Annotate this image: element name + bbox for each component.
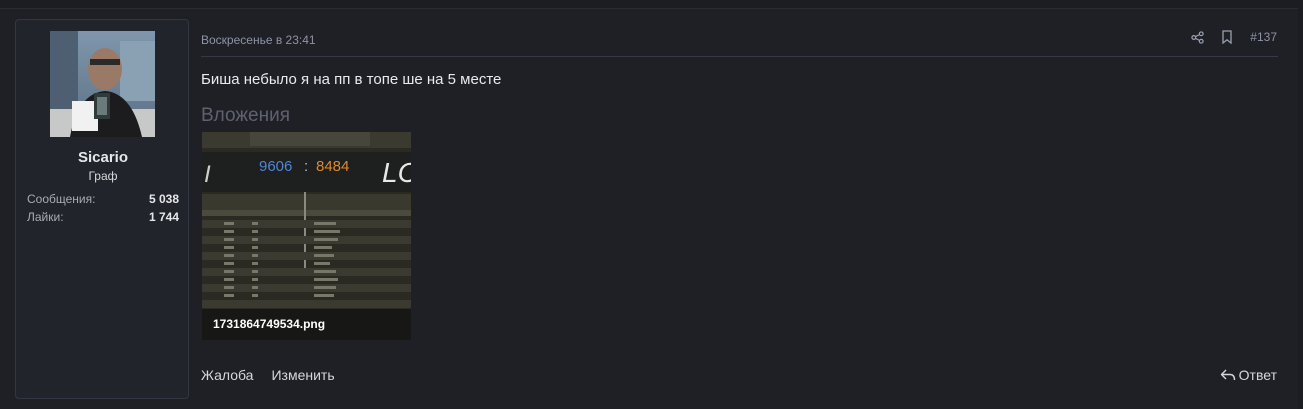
attachments-title: Вложения: [201, 105, 290, 126]
attachment-thumbnail[interactable]: 9606 : 8484 LC I: [202, 132, 411, 340]
reply-label: Ответ: [1238, 367, 1277, 383]
stat-messages: Сообщения: 5 038: [27, 192, 179, 206]
stat-likes: Лайки: 1 744: [27, 210, 179, 224]
avatar[interactable]: [50, 31, 155, 137]
logo-fragment: LC: [382, 157, 411, 188]
post-footer-actions: Жалоба Изменить: [201, 367, 335, 383]
user-panel: Sicario Граф Сообщения: 5 038 Лайки: 1 7…: [15, 19, 189, 399]
username[interactable]: Sicario: [16, 149, 190, 166]
stat-value: 5 038: [148, 192, 179, 206]
reply-icon: [1220, 368, 1236, 382]
score-blue: 9606: [259, 158, 292, 175]
post-message: Биша небыло я на пп в топе ше на 5 месте: [201, 71, 502, 88]
bookmark-icon[interactable]: [1221, 30, 1233, 44]
post-date[interactable]: Воскресенье в 23:41: [201, 33, 316, 47]
reply-button[interactable]: Ответ: [1220, 367, 1277, 383]
stat-value: 1 744: [148, 210, 179, 224]
page: Sicario Граф Сообщения: 5 038 Лайки: 1 7…: [0, 0, 1303, 409]
share-icon[interactable]: [1191, 30, 1204, 44]
user-title: Граф: [88, 169, 118, 183]
score-separator: :: [304, 158, 308, 175]
attachment-filename[interactable]: 1731864749534.png: [202, 309, 411, 340]
report-link[interactable]: Жалоба: [201, 367, 253, 383]
post-number[interactable]: #137: [1250, 30, 1277, 44]
edit-link[interactable]: Изменить: [271, 367, 334, 383]
stat-label: Сообщения:: [27, 192, 96, 206]
forum-post: Sicario Граф Сообщения: 5 038 Лайки: 1 7…: [0, 8, 1298, 409]
avatar-image: [50, 31, 155, 137]
stat-label: Лайки:: [27, 210, 64, 224]
post-header-actions: #137: [1191, 30, 1277, 44]
score-orange: 8484: [316, 158, 349, 175]
svg-text:I: I: [204, 161, 211, 188]
header-divider: [201, 56, 1278, 57]
